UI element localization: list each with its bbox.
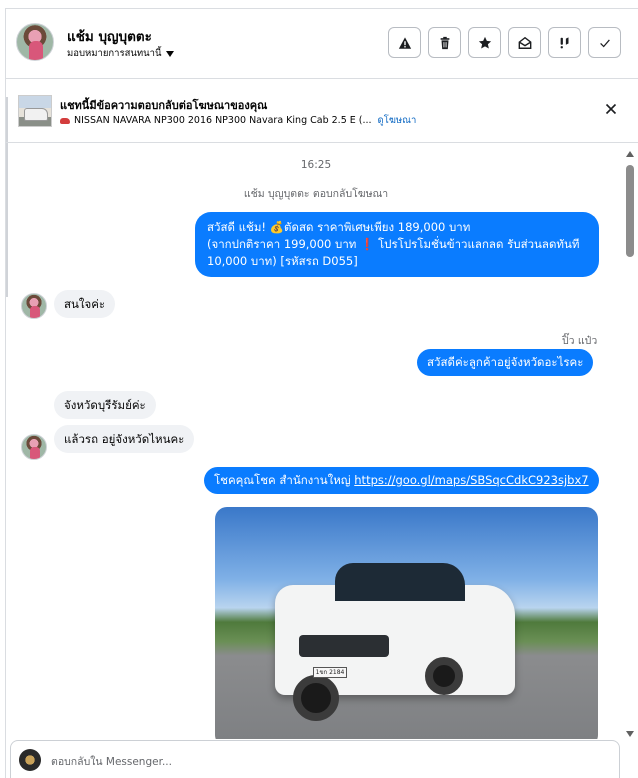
view-ad-link[interactable]: ดูโฆษณา bbox=[378, 113, 417, 128]
close-icon[interactable] bbox=[603, 101, 619, 117]
inbox-conversation-panel: แช้ม บุญบุตตะ มอบหมายการสนทนานี้ แชทนี้ม… bbox=[5, 8, 638, 778]
report-spam-button[interactable] bbox=[388, 27, 421, 58]
car-grille-shape bbox=[299, 635, 389, 657]
ad-description: NISSAN NAVARA NP300 2016 NP300 Navara Ki… bbox=[74, 115, 372, 126]
license-plate: 1ขก 2184 bbox=[313, 667, 347, 678]
contact-avatar-small[interactable] bbox=[21, 293, 47, 319]
incoming-message[interactable]: จังหวัดบุรีรัมย์ค่ะ bbox=[54, 391, 156, 419]
wheel-shape bbox=[425, 657, 463, 695]
contact-name[interactable]: แช้ม บุญบุตตะ bbox=[67, 25, 152, 47]
message-line: 10,000 บาท) [รหัสรถ D055] bbox=[207, 254, 358, 268]
car-icon bbox=[60, 117, 70, 124]
ad-thumbnail[interactable] bbox=[18, 95, 52, 127]
message-line: (จากปกติราคา 199,000 บาท ❗️ โปรโปรโมชั่น… bbox=[207, 237, 580, 251]
thread-scrollbar[interactable] bbox=[622, 143, 638, 739]
follow-up-button[interactable] bbox=[548, 27, 581, 58]
timestamp: 16:25 bbox=[300, 159, 332, 171]
outgoing-message[interactable]: โชคคุณโชค สำนักงานใหญ่ https://goo.gl/ma… bbox=[204, 467, 599, 494]
assign-label: มอบหมายการสนทนานี้ bbox=[67, 48, 162, 59]
ad-description-line: NISSAN NAVARA NP300 2016 NP300 Navara Ki… bbox=[60, 113, 416, 128]
reply-input-placeholder[interactable]: ตอบกลับใน Messenger... bbox=[51, 753, 172, 770]
conversation-actions bbox=[388, 27, 621, 58]
scroll-down-arrow-icon[interactable] bbox=[626, 731, 634, 737]
assign-conversation-dropdown[interactable]: มอบหมายการสนทนานี้ bbox=[67, 46, 174, 61]
incoming-message[interactable]: สนใจค่ะ bbox=[54, 290, 116, 318]
message-text: โชคคุณโชค สำนักงานใหญ่ bbox=[214, 473, 351, 487]
outgoing-message[interactable]: สวัสดี แช้ม! 💰ตัดสด ราคาพิเศษเพียง 189,0… bbox=[195, 212, 599, 277]
contact-avatar[interactable] bbox=[16, 23, 54, 61]
mark-done-button[interactable] bbox=[588, 27, 621, 58]
page-avatar bbox=[19, 749, 41, 771]
check-icon bbox=[599, 39, 610, 47]
follow-up-icon bbox=[560, 36, 568, 48]
outgoing-message[interactable]: สวัสดีค่ะลูกค้าอยู่จังหวัดอะไรคะ bbox=[417, 349, 594, 376]
message-line: สวัสดี แช้ม! 💰ตัดสด ราคาพิเศษเพียง 189,0… bbox=[207, 220, 471, 234]
incoming-message[interactable]: แล้วรถ อยู่จังหวัดไหนคะ bbox=[54, 425, 195, 453]
message-thread[interactable]: 16:25 แช้ม บุญบุตตะ ตอบกลับโฆษณา สวัสดี … bbox=[6, 143, 638, 739]
ad-reply-note: แช้ม บุญบุตตะ ตอบกลับโฆษณา bbox=[243, 188, 389, 200]
trash-icon bbox=[440, 36, 449, 49]
ad-banner-title: แชทนี้มีข้อความตอบกลับต่อโฆษณาของคุณ bbox=[60, 99, 268, 112]
conversation-header: แช้ม บุญบุตตะ มอบหมายการสนทนานี้ bbox=[6, 9, 638, 79]
caret-down-icon bbox=[165, 50, 174, 57]
scroll-thumb[interactable] bbox=[626, 165, 634, 257]
wheel-shape bbox=[293, 675, 339, 721]
mark-unread-icon bbox=[518, 36, 531, 49]
delete-button[interactable] bbox=[428, 27, 461, 58]
contact-avatar-small[interactable] bbox=[21, 434, 47, 460]
page-sender-name: ปิ๊ว แป๋ว bbox=[562, 335, 598, 347]
star-icon bbox=[478, 36, 491, 49]
car-photo-attachment[interactable]: 1ขก 2184 bbox=[215, 507, 598, 739]
mark-unread-button[interactable] bbox=[508, 27, 541, 58]
maps-link[interactable]: https://goo.gl/maps/SBSqcCdkC923sjbx7 bbox=[354, 473, 588, 487]
ad-reply-banner: แชทนี้มีข้อความตอบกลับต่อโฆษณาของคุณ NIS… bbox=[6, 79, 638, 143]
car-cab-shape bbox=[335, 563, 465, 601]
warning-icon bbox=[398, 36, 411, 49]
star-button[interactable] bbox=[468, 27, 501, 58]
reply-composer[interactable]: ตอบกลับใน Messenger... bbox=[10, 740, 620, 778]
scroll-up-arrow-icon[interactable] bbox=[626, 151, 634, 157]
